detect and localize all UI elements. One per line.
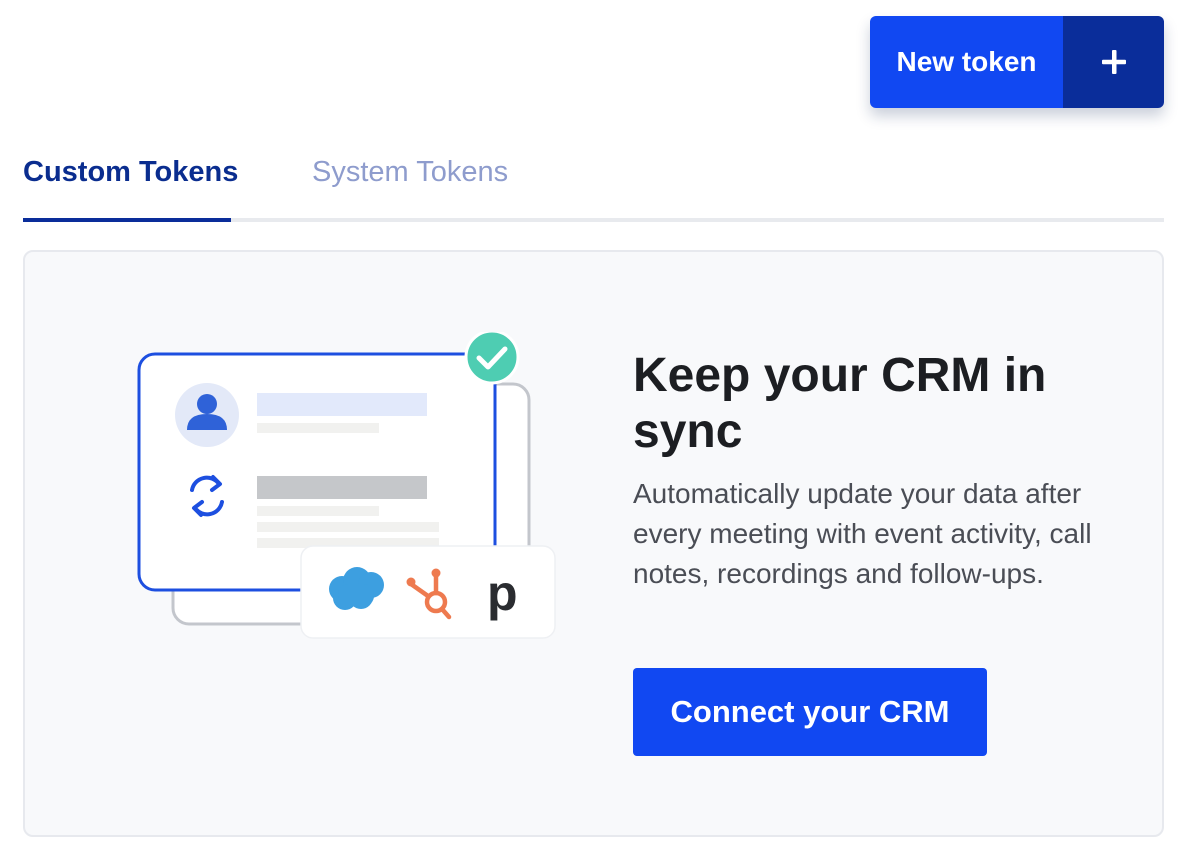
crm-sync-card: p Keep your CRM in sync Automatically up…: [23, 250, 1164, 837]
placeholder-bar: [257, 393, 427, 416]
card-title: Keep your CRM in sync: [633, 349, 1047, 458]
placeholder-bar: [257, 476, 427, 499]
new-token-button[interactable]: New token: [870, 16, 1164, 108]
check-badge-icon: [464, 332, 520, 385]
tab-system-tokens[interactable]: System Tokens: [312, 154, 508, 190]
hubspot-icon-dot-top: [431, 568, 441, 578]
page: New token Custom Tokens System Tokens p …: [0, 0, 1194, 846]
pipedrive-icon: p: [487, 565, 518, 621]
crm-sync-illustration: p: [137, 332, 556, 639]
avatar-icon: [175, 383, 239, 447]
card-description: Automatically update your data after eve…: [633, 478, 1092, 589]
new-token-label[interactable]: New token: [870, 16, 1063, 108]
new-token-dropdown[interactable]: [1063, 16, 1164, 108]
placeholder-line: [257, 522, 439, 532]
tab-custom-tokens[interactable]: Custom Tokens: [23, 154, 238, 190]
token-tabs: Custom Tokens System Tokens: [23, 140, 1164, 222]
placeholder-line: [257, 423, 379, 433]
hubspot-icon-dot: [406, 577, 416, 587]
active-tab-indicator: [23, 218, 231, 222]
plus-icon: [1101, 50, 1126, 74]
connect-crm-button[interactable]: Connect your CRM: [633, 668, 987, 756]
placeholder-line: [257, 506, 379, 516]
